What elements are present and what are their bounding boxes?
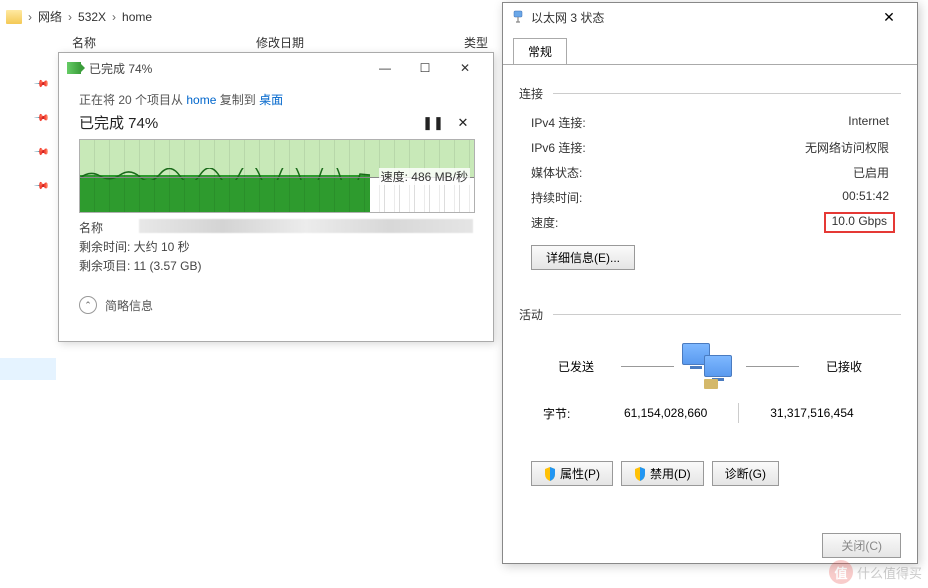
folder-icon <box>6 10 22 24</box>
network-activity-icon <box>682 343 738 389</box>
column-headers: 名称 修改日期 类型 <box>72 34 488 51</box>
duration-label: 持续时间: <box>531 189 582 206</box>
copy-titlebar[interactable]: 已完成 74% — ☐ ✕ <box>59 53 493 83</box>
sent-label: 已发送 <box>531 358 621 375</box>
maximize-button[interactable]: ☐ <box>405 54 445 82</box>
bytes-label: 字节: <box>543 405 593 422</box>
ipv4-value: Internet <box>848 114 889 131</box>
disable-button[interactable]: 禁用(D) <box>621 461 704 486</box>
breadcrumb-item[interactable]: 网络 <box>38 8 62 25</box>
media-value: 已启用 <box>853 164 889 181</box>
pin-icon: 📌 <box>34 178 48 192</box>
close-button[interactable]: ✕ <box>869 4 909 30</box>
network-adapter-icon <box>511 10 525 24</box>
pin-icon: 📌 <box>34 144 48 158</box>
bc-sep: › <box>68 10 72 24</box>
duration-value: 00:51:42 <box>842 189 889 206</box>
ipv6-value: 无网络访问权限 <box>805 139 889 156</box>
breadcrumb-item[interactable]: 532X <box>78 10 106 24</box>
progress-text: 已完成 74% <box>79 112 413 133</box>
dest-link[interactable]: 桌面 <box>259 93 283 107</box>
bc-sep: › <box>112 10 116 24</box>
breadcrumb-item[interactable]: home <box>122 10 152 24</box>
watermark: 值 什么值得买 <box>829 560 922 584</box>
chevron-up-icon: ⌃ <box>79 296 97 314</box>
shield-icon <box>634 467 646 481</box>
details-button[interactable]: 详细信息(E)... <box>531 245 635 270</box>
remaining-time: 剩余时间: 大约 10 秒 <box>79 238 473 255</box>
close-button[interactable]: ✕ <box>445 54 485 82</box>
section-activity: 活动 <box>519 306 543 323</box>
source-link[interactable]: home <box>186 93 216 107</box>
transfer-icon <box>67 62 81 74</box>
section-connection: 连接 <box>519 85 543 102</box>
tab-general[interactable]: 常规 <box>513 38 567 65</box>
col-modified[interactable]: 修改日期 <box>256 34 304 51</box>
shield-icon <box>544 467 556 481</box>
minimize-button[interactable]: — <box>365 54 405 82</box>
speed-label: 速度: 486 MB/秒 <box>379 168 470 185</box>
watermark-text: 什么值得买 <box>857 563 922 582</box>
col-type[interactable]: 类型 <box>464 34 488 51</box>
ipv6-label: IPv6 连接: <box>531 139 586 156</box>
bc-sep: › <box>28 10 32 24</box>
pin-icon: 📌 <box>34 110 48 124</box>
eth-title: 以太网 3 状态 <box>531 9 869 26</box>
brief-info-toggle[interactable]: ⌃ 简略信息 <box>79 296 473 314</box>
close-dialog-button[interactable]: 关闭(C) <box>822 533 901 558</box>
copy-dialog: 已完成 74% — ☐ ✕ 正在将 20 个项目从 home 复制到 桌面 已完… <box>58 52 494 342</box>
eth-titlebar[interactable]: 以太网 3 状态 ✕ <box>503 3 917 31</box>
diagnose-button[interactable]: 诊断(G) <box>712 461 779 486</box>
ethernet-status-dialog: 以太网 3 状态 ✕ 常规 连接 IPv4 连接: Internet IPv6 连… <box>502 2 918 564</box>
copy-title: 已完成 74% <box>89 60 365 77</box>
breadcrumb[interactable]: › 网络 › 532X › home <box>6 8 152 25</box>
speed-chart: 速度: 486 MB/秒 <box>79 139 475 213</box>
selected-item-bg <box>0 358 56 380</box>
media-label: 媒体状态: <box>531 164 582 181</box>
bytes-sent: 61,154,028,660 <box>601 406 731 420</box>
name-label: 名称 <box>79 219 135 236</box>
pin-strip: 📌 📌 📌 📌 <box>36 78 46 190</box>
speed-value-highlighted: 10.0 Gbps <box>824 212 895 233</box>
copy-info: 正在将 20 个项目从 home 复制到 桌面 <box>79 91 473 108</box>
ipv4-label: IPv4 连接: <box>531 114 586 131</box>
col-name[interactable]: 名称 <box>72 34 96 51</box>
filename-blurred <box>139 219 473 233</box>
pin-icon: 📌 <box>34 76 48 90</box>
bytes-recv: 31,317,516,454 <box>747 406 877 420</box>
properties-button[interactable]: 属性(P) <box>531 461 613 486</box>
cancel-button[interactable]: ✕ <box>453 113 473 133</box>
pause-button[interactable]: ❚❚ <box>423 113 443 133</box>
remaining-items: 剩余项目: 11 (3.57 GB) <box>79 257 473 274</box>
speed-label: 速度: <box>531 214 558 231</box>
watermark-badge: 值 <box>829 560 853 584</box>
recv-label: 已接收 <box>799 358 889 375</box>
